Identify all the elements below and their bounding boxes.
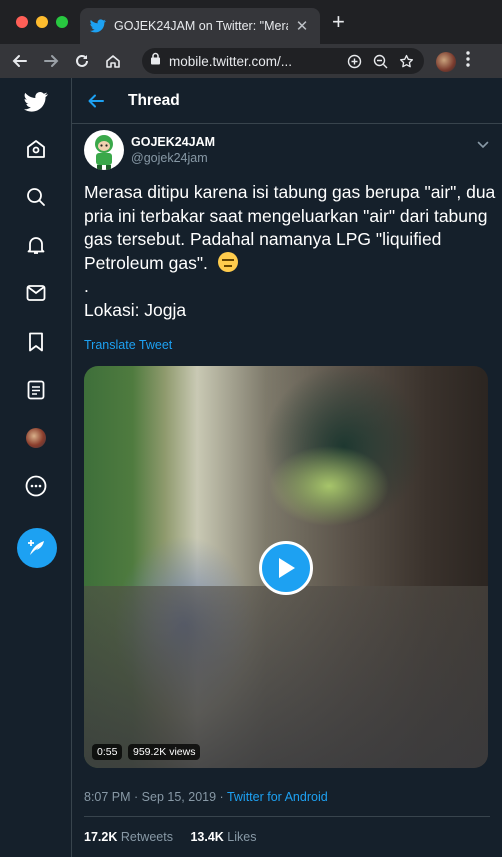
page-title: Thread (128, 91, 180, 109)
compose-tweet-icon (28, 540, 44, 555)
back-arrow-button[interactable] (88, 91, 108, 111)
expressionless-face-emoji-icon (217, 251, 238, 272)
author-display-name[interactable]: GOJEK24JAM (131, 135, 215, 149)
profile-avatar[interactable] (22, 424, 50, 452)
messages-icon[interactable] (22, 279, 50, 307)
browser-tab-bar: GOJEK24JAM on Twitter: "Merasa ditipu ka… (0, 0, 502, 44)
url-text: mobile.twitter.com/... (169, 53, 293, 69)
close-tab-icon[interactable]: ✕ (294, 17, 310, 35)
forward-arrow-icon[interactable] (40, 50, 62, 72)
chevron-down-icon[interactable] (477, 136, 489, 154)
thread-header: Thread (72, 78, 502, 124)
meta-separator: · (130, 790, 142, 804)
tweet-metadata: 8:07 PM · Sep 15, 2019 · Twitter for And… (84, 790, 328, 804)
likes-stat[interactable]: 13.4K Likes (190, 830, 256, 844)
tweet-date[interactable]: Sep 15, 2019 (142, 790, 216, 804)
zoom-in-icon[interactable] (344, 51, 364, 71)
twitter-logo-icon[interactable] (22, 88, 50, 116)
play-icon (279, 558, 295, 578)
retweets-count: 17.2K (84, 830, 118, 844)
tweet-stats: 17.2K Retweets 13.4K Likes (84, 830, 256, 844)
close-window-button[interactable] (16, 16, 28, 28)
back-arrow-icon[interactable] (9, 50, 31, 72)
tweet-body: Merasa ditipu karena isi tabung gas beru… (84, 181, 496, 322)
tab-title: GOJEK24JAM on Twitter: "Merasa ditipu ka… (114, 19, 288, 33)
lock-icon (150, 52, 161, 70)
author-avatar[interactable] (84, 130, 124, 170)
translate-tweet-link[interactable]: Translate Tweet (84, 338, 172, 352)
more-icon[interactable] (22, 472, 50, 500)
twitter-favicon-icon (90, 18, 106, 34)
address-bar[interactable]: mobile.twitter.com/... (142, 48, 424, 74)
home-browser-icon[interactable] (102, 50, 124, 72)
divider (84, 816, 490, 817)
tweet-text-location: Lokasi: Jogja (84, 299, 187, 320)
bookmark-star-icon[interactable] (396, 51, 416, 71)
video-frame-floor (84, 586, 488, 768)
bookmarks-icon[interactable] (22, 328, 50, 356)
maximize-window-button[interactable] (56, 16, 68, 28)
author-handle[interactable]: @gojek24jam (131, 151, 215, 165)
twitter-side-nav (0, 78, 72, 857)
gojek-mascot-icon (95, 135, 113, 170)
browser-toolbar: mobile.twitter.com/... (0, 44, 502, 78)
lists-icon[interactable] (22, 376, 50, 404)
retweets-label: Retweets (120, 830, 173, 844)
minimize-window-button[interactable] (36, 16, 48, 28)
likes-count: 13.4K (190, 830, 224, 844)
window-controls (16, 16, 68, 28)
browser-profile-avatar[interactable] (436, 51, 456, 72)
tweet-video[interactable]: 0:55 959.2K views (84, 366, 488, 768)
browser-menu-icon[interactable] (466, 51, 470, 72)
tweet-source-link[interactable]: Twitter for Android (227, 790, 328, 804)
compose-tweet-button[interactable] (17, 528, 57, 568)
tweet-text-main: Merasa ditipu karena isi tabung gas beru… (84, 182, 501, 273)
explore-icon[interactable] (22, 183, 50, 211)
retweets-stat[interactable]: 17.2K Retweets (84, 830, 173, 844)
tweet-text-dot: . (84, 276, 89, 296)
reload-icon[interactable] (71, 50, 93, 72)
tweet-author[interactable]: GOJEK24JAM @gojek24jam (84, 130, 215, 170)
tweet-time[interactable]: 8:07 PM (84, 790, 131, 804)
video-duration: 0:55 (92, 744, 123, 760)
thread-column: Thread GOJEK24JAM @gojek24jam Merasa dit… (72, 78, 502, 857)
zoom-out-icon[interactable] (370, 51, 390, 71)
meta-separator: · (216, 790, 227, 804)
browser-tab[interactable]: GOJEK24JAM on Twitter: "Merasa ditipu ka… (80, 8, 320, 44)
video-view-count: 959.2K views (128, 744, 201, 760)
play-button[interactable] (259, 541, 313, 595)
likes-label: Likes (227, 830, 257, 844)
home-icon[interactable] (22, 135, 50, 163)
new-tab-button[interactable]: + (332, 11, 345, 33)
notifications-icon[interactable] (22, 231, 50, 259)
